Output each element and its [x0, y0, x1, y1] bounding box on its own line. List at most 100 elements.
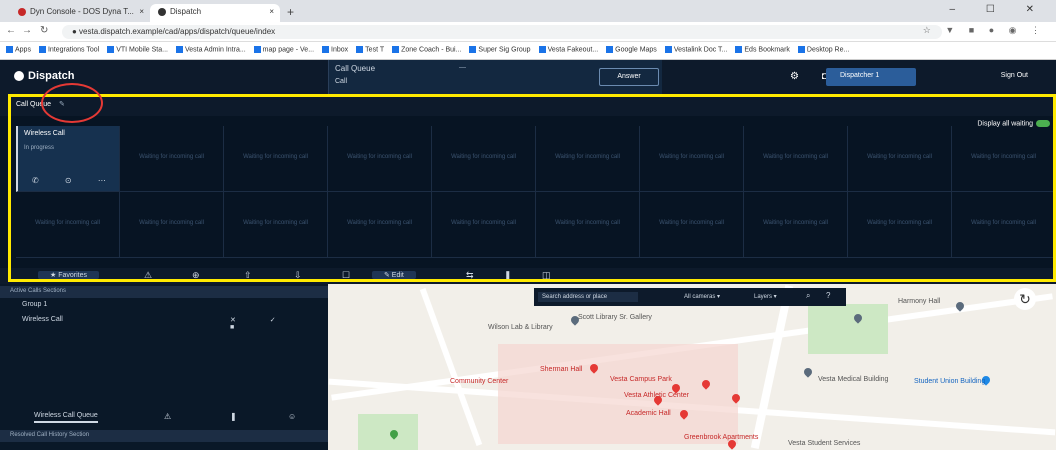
map-road	[419, 287, 483, 447]
box-icon[interactable]: ☐	[342, 270, 350, 281]
target-icon[interactable]: ⊕	[192, 270, 200, 281]
map-pin-icon[interactable]	[802, 366, 814, 378]
bookmark-item[interactable]: Test T	[356, 46, 384, 53]
empty-call-slot[interactable]: Waiting for incoming call	[224, 126, 328, 192]
close-tab-icon[interactable]: ×	[139, 7, 144, 16]
group-label: Group 1	[22, 301, 48, 308]
upload-icon[interactable]: ⇧	[244, 270, 252, 281]
edit-button[interactable]: ✎ Edit	[372, 271, 416, 279]
empty-call-slot[interactable]: Waiting for incoming call	[952, 126, 1056, 192]
bookmark-item[interactable]: Desktop Re...	[797, 46, 850, 54]
map-label: Sherman Hall	[540, 366, 583, 373]
user-menu[interactable]: Dispatcher 1	[826, 68, 916, 86]
call-status: In progress	[24, 145, 55, 151]
layers-dropdown[interactable]: Layers ▾	[754, 293, 777, 300]
call-card-icons[interactable]: ✆ ⊙ ⋯	[32, 176, 118, 185]
bookmark-item[interactable]: Eds Bookmark	[735, 46, 790, 53]
favorites-button[interactable]: ★ Favorites	[38, 271, 100, 279]
empty-call-slot[interactable]: Waiting for incoming call	[744, 126, 848, 192]
bookmark-item[interactable]: Super Sig Group	[469, 46, 531, 53]
tab-wireless-queue[interactable]: Wireless Call Queue	[34, 412, 98, 423]
resolved-calls-section[interactable]: Resolved Call History Section	[0, 430, 328, 442]
map-view[interactable]: Wilson Lab & Library Scott Library Sr. G…	[328, 284, 1056, 450]
empty-call-slot[interactable]: Waiting for incoming call	[120, 126, 224, 192]
edit-icon[interactable]: ✎	[59, 101, 65, 108]
bookmark-item[interactable]: Vesta Admin Intra...	[175, 46, 246, 53]
browser-tab-console[interactable]: Dyn Console - DOS Dyna T... ×	[10, 4, 150, 22]
tab-user-icon[interactable]: ☺	[288, 412, 296, 421]
map-label: Greenbrook Apartments	[684, 434, 759, 441]
alert-icon[interactable]: ⚠	[144, 270, 152, 281]
close-tab-icon[interactable]: ×	[269, 7, 274, 16]
bookmark-icon	[664, 46, 672, 53]
group-row[interactable]: Group 1	[0, 301, 328, 308]
empty-call-slot[interactable]: Waiting for incoming call	[432, 126, 536, 192]
favicon-icon	[18, 7, 26, 16]
empty-call-slot[interactable]: Waiting for incoming call	[848, 126, 952, 192]
map-park	[358, 414, 418, 450]
empty-call-slot[interactable]: Waiting for incoming call	[224, 192, 328, 258]
transfer-icon[interactable]: ⇆	[466, 270, 474, 281]
panel-icon[interactable]: ◫	[542, 270, 551, 281]
bookmark-icon	[356, 46, 364, 53]
empty-call-slot[interactable]: Waiting for incoming call	[16, 192, 120, 258]
bookmark-icon	[6, 46, 13, 53]
new-tab-button[interactable]: +	[287, 5, 294, 19]
empty-call-slot[interactable]: Waiting for incoming call	[640, 192, 744, 258]
bookmark-item[interactable]: Vestalink Doc T...	[664, 46, 727, 53]
bookmark-item[interactable]: Zone Coach - Bui...	[392, 46, 461, 53]
bookmark-item[interactable]: VTI Mobile Sta...	[107, 46, 168, 53]
empty-call-slot[interactable]: Waiting for incoming call	[120, 192, 224, 258]
back-icon[interactable]: ←	[6, 25, 16, 36]
bookmark-item[interactable]: Inbox	[322, 46, 348, 53]
search-icon[interactable]: ⌕	[806, 291, 810, 301]
app-logo: Dispatch	[14, 70, 74, 82]
answer-button[interactable]: Answer	[599, 68, 659, 86]
help-icon[interactable]: ?	[826, 291, 830, 300]
empty-call-slot[interactable]: Waiting for incoming call	[328, 192, 432, 258]
download-icon[interactable]: ⇩	[294, 270, 302, 281]
empty-call-slot[interactable]: Waiting for incoming call	[328, 126, 432, 192]
forward-icon[interactable]: →	[22, 25, 32, 36]
map-refresh-button[interactable]: ↻	[1014, 288, 1036, 310]
call-row[interactable]: Wireless Call ✕ ✓ ■	[0, 316, 328, 331]
browser-tab-dispatch[interactable]: Dispatch ×	[150, 4, 280, 22]
tab-alert-icon[interactable]: ⚠	[164, 412, 171, 421]
bookmark-label: VTI Mobile Sta...	[116, 46, 168, 54]
map-label: Wilson Lab & Library	[488, 324, 553, 331]
window-controls[interactable]: – ☐ ✕	[950, 4, 1048, 15]
bookmark-item[interactable]: Apps	[6, 46, 31, 53]
empty-call-slot[interactable]: Waiting for incoming call	[952, 192, 1056, 258]
empty-call-slot[interactable]: Waiting for incoming call	[640, 126, 744, 192]
empty-call-slot[interactable]: Waiting for incoming call	[432, 192, 536, 258]
browser-tab-bar: Dyn Console - DOS Dyna T... × Dispatch × +…	[0, 0, 1056, 22]
bookmark-item[interactable]: Vesta Fakeout...	[538, 46, 598, 53]
reload-icon[interactable]: ↻	[40, 25, 48, 36]
call-label: Call Queue	[335, 64, 376, 73]
empty-call-slot[interactable]: Waiting for incoming call	[744, 192, 848, 258]
active-call-card[interactable]: Wireless Call In progress ✆ ⊙ ⋯	[16, 126, 120, 192]
signout-link[interactable]: Sign Out	[1001, 72, 1028, 79]
bookmark-item[interactable]: map page - Ve...	[253, 46, 314, 53]
bookmark-item[interactable]: Google Maps	[606, 46, 657, 53]
empty-call-slot[interactable]: Waiting for incoming call	[536, 192, 640, 258]
call-row-icons[interactable]: ✕ ✓ ■	[230, 316, 328, 331]
mic-icon[interactable]: ❚	[504, 270, 512, 281]
map-label: Vesta Student Services	[788, 440, 861, 447]
map-search-input[interactable]: Search address or place	[538, 292, 638, 302]
url-input[interactable]: ● vesta.dispatch.example/cad/apps/dispat…	[62, 25, 942, 39]
empty-call-slot[interactable]: Waiting for incoming call	[848, 192, 952, 258]
left-tabs: Wireless Call Queue ⚠ ❚ ☺	[0, 408, 328, 426]
empty-call-slot[interactable]: Waiting for incoming call	[536, 126, 640, 192]
bookmark-item[interactable]: Integrations Tool	[38, 46, 100, 54]
active-calls-section[interactable]: Active Calls Sections	[0, 286, 328, 298]
tab-mic-icon[interactable]: ❚	[230, 412, 237, 421]
camera-dropdown[interactable]: All cameras ▾	[684, 293, 720, 300]
bookmark-label: Desktop Re...	[806, 46, 850, 54]
map-label: Vesta Medical Building	[818, 376, 889, 383]
bookmark-label: Integrations Tool	[47, 46, 100, 54]
bookmark-label: Test T	[365, 46, 385, 54]
map-label: Harmony Hall	[898, 298, 941, 305]
bookmark-label: Apps	[15, 46, 31, 54]
extensions-icons[interactable]: ☆ ▼ ■ ● ◉ ⋮	[923, 25, 1046, 36]
